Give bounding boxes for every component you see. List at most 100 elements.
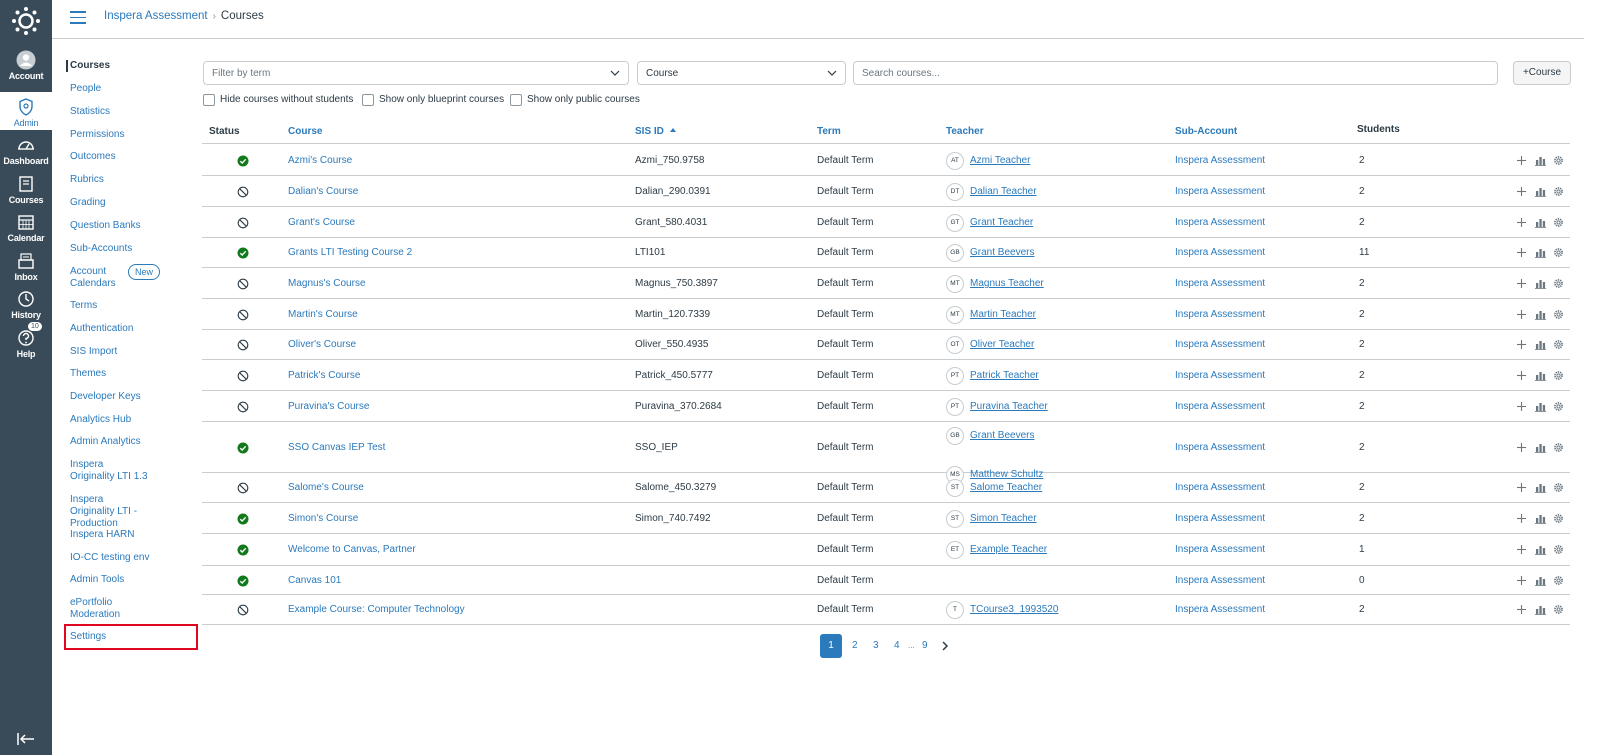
sidebar-item-people[interactable]: People [66, 83, 196, 95]
sidebar-item-terms[interactable]: Terms [66, 300, 196, 312]
sidebar-item-themes[interactable]: Themes [66, 368, 196, 380]
global-nav-calendar[interactable]: Calendar [0, 212, 52, 250]
hamburger-menu-icon[interactable] [70, 11, 86, 25]
subaccount-link[interactable]: Inspera Assessment [1175, 339, 1265, 350]
page-3-button[interactable]: 3 [873, 634, 879, 658]
course-link[interactable]: Patrick's Course [288, 370, 361, 381]
sidebar-item-courses[interactable]: Courses [66, 60, 196, 72]
subaccount-link[interactable]: Inspera Assessment [1175, 155, 1265, 166]
sidebar-item-settings[interactable]: Settings [64, 624, 198, 650]
teacher-link[interactable]: Simon Teacher [970, 513, 1037, 524]
col-term-sort[interactable]: Term [817, 126, 841, 137]
term-filter-select[interactable]: Filter by term [203, 61, 629, 85]
sidebar-item-inspera-originality-lti-1-3[interactable]: Inspera Originality LTI 1.3 [66, 459, 150, 483]
page-4-button[interactable]: 4 [894, 634, 900, 658]
col-sis-sort[interactable]: SIS ID [635, 126, 676, 137]
subaccount-link[interactable]: Inspera Assessment [1175, 186, 1265, 197]
col-students-sort[interactable]: Students [1357, 124, 1400, 135]
sidebar-item-grading[interactable]: Grading [66, 197, 196, 209]
teacher-link[interactable]: Azmi Teacher [970, 155, 1030, 166]
teacher-link[interactable]: Grant Teacher [970, 217, 1033, 228]
course-link[interactable]: Dalian's Course [288, 186, 358, 197]
sidebar-item-inspera-harn[interactable]: Inspera HARN [66, 529, 196, 541]
course-link[interactable]: Puravina's Course [288, 401, 369, 412]
col-course-sort[interactable]: Course [288, 126, 322, 137]
checkbox-box[interactable] [362, 94, 374, 106]
subaccount-link[interactable]: Inspera Assessment [1175, 604, 1265, 615]
sidebar-item-eportfolio-moderation[interactable]: ePortfolio Moderation [66, 597, 150, 621]
sidebar-item-outcomes[interactable]: Outcomes [66, 151, 196, 163]
global-nav-help[interactable]: Help 10 [0, 322, 52, 366]
course-link[interactable]: Magnus's Course [288, 278, 366, 289]
sidebar-item-analytics-hub[interactable]: Analytics Hub [66, 414, 196, 426]
course-link[interactable]: Salome's Course [288, 482, 364, 493]
global-nav-account[interactable]: Account [0, 50, 52, 88]
global-nav-inbox[interactable]: Inbox [0, 251, 52, 289]
course-link[interactable]: Grants LTI Testing Course 2 [288, 247, 412, 258]
subaccount-link[interactable]: Inspera Assessment [1175, 401, 1265, 412]
subaccount-link[interactable]: Inspera Assessment [1175, 247, 1265, 258]
global-nav-admin[interactable]: Admin [0, 92, 52, 130]
page-9-button[interactable]: 9 [922, 634, 928, 658]
teacher-link[interactable]: Oliver Teacher [970, 339, 1034, 350]
course-link[interactable]: Simon's Course [288, 513, 358, 524]
sidebar-item-statistics[interactable]: Statistics [66, 106, 196, 118]
sidebar-item-sub-accounts[interactable]: Sub-Accounts [66, 243, 196, 255]
teacher-link[interactable]: Grant Beevers [970, 430, 1034, 441]
subaccount-link[interactable]: Inspera Assessment [1175, 370, 1265, 381]
teacher-link[interactable]: Dalian Teacher [970, 186, 1037, 197]
global-nav-courses[interactable]: Courses [0, 174, 52, 212]
course-link[interactable]: Azmi's Course [288, 155, 352, 166]
blueprint-only-checkbox[interactable]: Show only blueprint courses [362, 93, 504, 107]
sidebar-item-admin-analytics[interactable]: Admin Analytics [66, 436, 196, 448]
search-type-select[interactable]: Course [637, 61, 846, 85]
subaccount-link[interactable]: Inspera Assessment [1175, 217, 1265, 228]
breadcrumb-root-link[interactable]: Inspera Assessment [104, 10, 208, 22]
global-nav-history[interactable]: History [0, 289, 52, 327]
teacher-link[interactable]: Grant Beevers [970, 247, 1034, 258]
subaccount-link[interactable]: Inspera Assessment [1175, 575, 1265, 586]
col-subaccount-sort[interactable]: Sub-Account [1175, 126, 1237, 137]
subaccount-link[interactable]: Inspera Assessment [1175, 278, 1265, 289]
course-link[interactable]: SSO Canvas IEP Test [288, 442, 385, 453]
course-link[interactable]: Welcome to Canvas, Partner [288, 544, 416, 555]
sidebar-item-question-banks[interactable]: Question Banks [66, 220, 196, 232]
global-nav-dashboard[interactable]: Dashboard [0, 135, 52, 173]
sidebar-item-sis-import[interactable]: SIS Import [66, 346, 196, 358]
collapse-nav-icon[interactable] [16, 732, 36, 746]
search-courses-input[interactable]: Search courses... [853, 61, 1498, 85]
subaccount-link[interactable]: Inspera Assessment [1175, 544, 1265, 555]
next-page-icon[interactable] [940, 634, 950, 658]
sidebar-item-rubrics[interactable]: Rubrics [66, 174, 196, 186]
page-1-button[interactable]: 1 [820, 634, 842, 658]
checkbox-box[interactable] [510, 94, 522, 106]
course-link[interactable]: Martin's Course [288, 309, 358, 320]
course-link[interactable]: Canvas 101 [288, 575, 341, 586]
teacher-link[interactable]: Patrick Teacher [970, 370, 1039, 381]
course-link[interactable]: Example Course: Computer Technology [288, 604, 465, 615]
hide-without-students-checkbox[interactable]: Hide courses without students [203, 93, 353, 107]
course-link[interactable]: Grant's Course [288, 217, 355, 228]
subaccount-link[interactable]: Inspera Assessment [1175, 482, 1265, 493]
sidebar-item-inspera-originality-lti-production[interactable]: Inspera Originality LTI - Production [66, 494, 150, 530]
checkbox-box[interactable] [203, 94, 215, 106]
teacher-link[interactable]: Magnus Teacher [970, 278, 1044, 289]
sidebar-item-developer-keys[interactable]: Developer Keys [66, 391, 196, 403]
col-teacher-sort[interactable]: Teacher [946, 126, 984, 137]
sidebar-item-io-cc-testing-env[interactable]: IO-CC testing env [66, 552, 196, 564]
sidebar-item-account-calendars[interactable]: Account Calendars New [66, 264, 161, 290]
sidebar-item-authentication[interactable]: Authentication [66, 323, 196, 335]
public-only-checkbox[interactable]: Show only public courses [510, 93, 640, 107]
course-link[interactable]: Oliver's Course [288, 339, 356, 350]
teacher-link[interactable]: Martin Teacher [970, 309, 1036, 320]
sidebar-item-admin-tools[interactable]: Admin Tools [66, 574, 196, 586]
teacher-link[interactable]: Puravina Teacher [970, 401, 1048, 412]
page-2-button[interactable]: 2 [852, 634, 858, 658]
subaccount-link[interactable]: Inspera Assessment [1175, 442, 1265, 453]
add-course-button[interactable]: +Course [1513, 61, 1571, 85]
sidebar-item-permissions[interactable]: Permissions [66, 129, 196, 141]
teacher-link[interactable]: Example Teacher [970, 544, 1047, 555]
canvas-logo-icon[interactable] [11, 6, 41, 36]
subaccount-link[interactable]: Inspera Assessment [1175, 309, 1265, 320]
teacher-link[interactable]: Salome Teacher [970, 482, 1042, 493]
